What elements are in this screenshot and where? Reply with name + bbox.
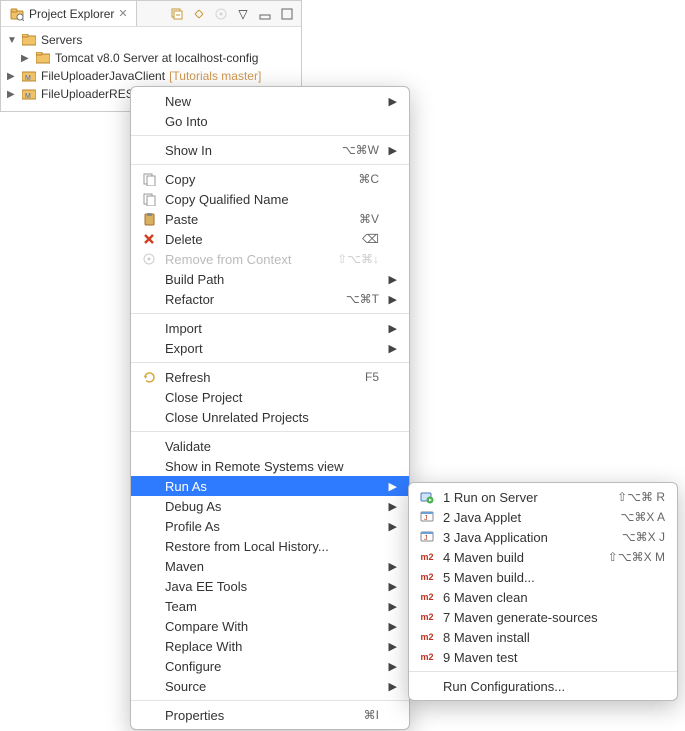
submenu-run-configurations[interactable]: Run Configurations...	[409, 676, 677, 696]
tree-item-servers[interactable]: ▼ Servers	[3, 31, 299, 49]
folder-icon	[21, 32, 37, 48]
view-tab[interactable]: Project Explorer ✕	[1, 1, 137, 26]
menu-show-in[interactable]: Show In⌥⌘W▶	[131, 140, 409, 160]
tree-label: Tomcat v8.0 Server at localhost-config	[55, 51, 258, 65]
menu-separator	[131, 313, 409, 314]
view-menu-icon[interactable]: ▽	[235, 6, 251, 22]
submenu-maven-clean[interactable]: m2 6 Maven clean	[409, 587, 677, 607]
run-as-submenu: 1 Run on Server⇧⌥⌘ R J 2 Java Applet⌥⌘X …	[408, 482, 678, 701]
remove-context-icon	[141, 251, 157, 267]
submenu-java-application[interactable]: J 3 Java Application⌥⌘X J	[409, 527, 677, 547]
menu-maven[interactable]: Maven▶	[131, 556, 409, 576]
maximize-icon[interactable]	[279, 6, 295, 22]
menu-import[interactable]: Import▶	[131, 318, 409, 338]
server-run-icon	[419, 489, 435, 505]
tree-item-fileuploader-client[interactable]: ▶ M FileUploaderJavaClient [Tutorials ma…	[3, 67, 299, 85]
svg-text:M: M	[25, 75, 31, 82]
collapse-all-icon[interactable]	[169, 6, 185, 22]
submenu-maven-generate-sources[interactable]: m2 7 Maven generate-sources	[409, 607, 677, 627]
tree-label: Servers	[41, 33, 82, 47]
focus-task-icon[interactable]	[213, 6, 229, 22]
menu-copy-qualified[interactable]: Copy Qualified Name	[131, 189, 409, 209]
refresh-icon	[141, 369, 157, 385]
menu-java-ee-tools[interactable]: Java EE Tools▶	[131, 576, 409, 596]
menu-new[interactable]: New▶	[131, 91, 409, 111]
maven-icon: m2	[419, 629, 435, 645]
context-menu: New▶ Go Into Show In⌥⌘W▶ Copy⌘C Copy Qua…	[130, 86, 410, 730]
menu-refactor[interactable]: Refactor⌥⌘T▶	[131, 289, 409, 309]
menu-paste[interactable]: Paste⌘V	[131, 209, 409, 229]
copy-icon	[141, 191, 157, 207]
svg-text:J: J	[424, 535, 428, 542]
delete-icon	[141, 231, 157, 247]
menu-properties[interactable]: Properties⌘I	[131, 705, 409, 725]
svg-text:M: M	[25, 93, 31, 100]
maven-project-icon: M	[21, 86, 37, 102]
menu-go-into[interactable]: Go Into	[131, 111, 409, 131]
java-applet-icon: J	[419, 509, 435, 525]
menu-replace-with[interactable]: Replace With▶	[131, 636, 409, 656]
caret-right-icon: ▶	[7, 89, 17, 100]
submenu-java-applet[interactable]: J 2 Java Applet⌥⌘X A	[409, 507, 677, 527]
menu-compare-with[interactable]: Compare With▶	[131, 616, 409, 636]
caret-right-icon: ▶	[7, 71, 17, 82]
tree-item-tomcat[interactable]: ▶ Tomcat v8.0 Server at localhost-config	[3, 49, 299, 67]
menu-remove-context: Remove from Context⇧⌥⌘↓	[131, 249, 409, 269]
java-app-icon: J	[419, 529, 435, 545]
explorer-icon	[9, 6, 25, 22]
svg-text:J: J	[424, 515, 428, 522]
submenu-maven-test[interactable]: m2 9 Maven test	[409, 647, 677, 667]
menu-refresh[interactable]: RefreshF5	[131, 367, 409, 387]
menu-team[interactable]: Team▶	[131, 596, 409, 616]
repo-annotation: [Tutorials master]	[169, 69, 261, 83]
submenu-maven-build-dots[interactable]: m2 5 Maven build...	[409, 567, 677, 587]
menu-profile-as[interactable]: Profile As▶	[131, 516, 409, 536]
menu-validate[interactable]: Validate	[131, 436, 409, 456]
view-toolbar: ▽	[163, 6, 301, 22]
minimize-icon[interactable]	[257, 6, 273, 22]
menu-debug-as[interactable]: Debug As▶	[131, 496, 409, 516]
menu-close-project[interactable]: Close Project	[131, 387, 409, 407]
maven-icon: m2	[419, 649, 435, 665]
pin-icon: ✕	[118, 7, 127, 20]
link-with-editor-icon[interactable]	[191, 6, 207, 22]
copy-icon	[141, 171, 157, 187]
maven-project-icon: M	[21, 68, 37, 84]
folder-icon	[35, 50, 51, 66]
menu-restore-history[interactable]: Restore from Local History...	[131, 536, 409, 556]
menu-separator	[409, 671, 677, 672]
menu-copy[interactable]: Copy⌘C	[131, 169, 409, 189]
menu-separator	[131, 700, 409, 701]
paste-icon	[141, 211, 157, 227]
submenu-maven-build[interactable]: m2 4 Maven build⇧⌥⌘X M	[409, 547, 677, 567]
menu-configure[interactable]: Configure▶	[131, 656, 409, 676]
menu-separator	[131, 431, 409, 432]
menu-export[interactable]: Export▶	[131, 338, 409, 358]
menu-source[interactable]: Source▶	[131, 676, 409, 696]
submenu-run-on-server[interactable]: 1 Run on Server⇧⌥⌘ R	[409, 487, 677, 507]
caret-down-icon: ▼	[7, 35, 17, 46]
menu-separator	[131, 135, 409, 136]
maven-icon: m2	[419, 569, 435, 585]
menu-separator	[131, 164, 409, 165]
maven-icon: m2	[419, 589, 435, 605]
menu-show-remote[interactable]: Show in Remote Systems view	[131, 456, 409, 476]
menu-build-path[interactable]: Build Path▶	[131, 269, 409, 289]
maven-icon: m2	[419, 549, 435, 565]
caret-right-icon: ▶	[21, 53, 31, 64]
view-title: Project Explorer	[29, 7, 114, 21]
menu-close-unrelated[interactable]: Close Unrelated Projects	[131, 407, 409, 427]
tree-label: FileUploaderJavaClient	[41, 69, 165, 83]
menu-run-as[interactable]: Run As▶	[131, 476, 409, 496]
menu-delete[interactable]: Delete⌫	[131, 229, 409, 249]
view-header: Project Explorer ✕ ▽	[1, 1, 301, 27]
submenu-maven-install[interactable]: m2 8 Maven install	[409, 627, 677, 647]
menu-separator	[131, 362, 409, 363]
maven-icon: m2	[419, 609, 435, 625]
